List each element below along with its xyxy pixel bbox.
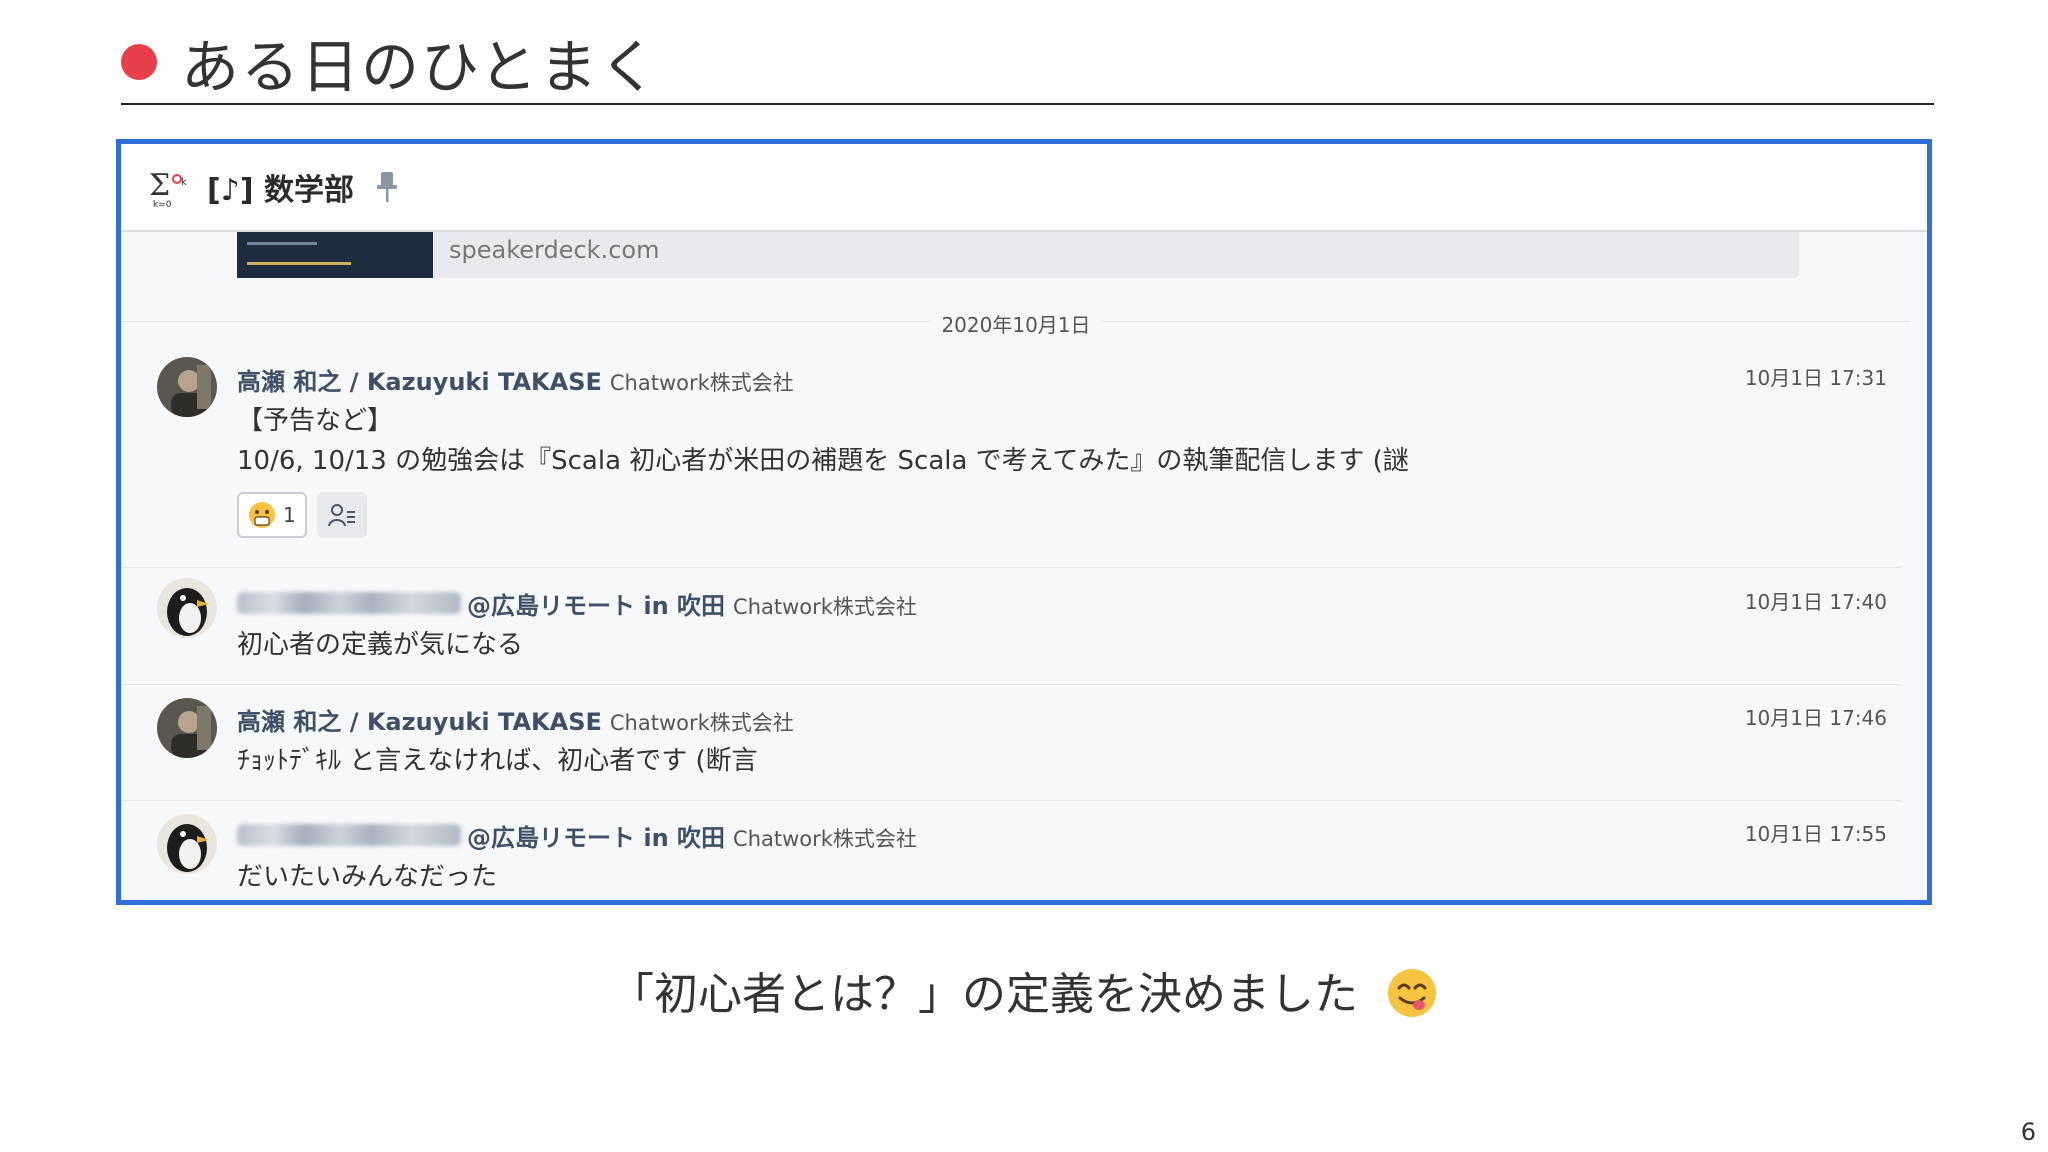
avatar[interactable]: [157, 578, 217, 638]
message-text: 【予告など】: [237, 406, 394, 436]
avatar[interactable]: [157, 357, 217, 417]
reaction-button[interactable]: 1: [237, 492, 307, 538]
svg-text:k=0: k=0: [153, 200, 172, 209]
blurred-name: [237, 824, 461, 846]
message-timestamp: 10月1日 17:31: [1744, 366, 1887, 390]
chat-message[interactable]: @広島リモート in 吹田 Chatwork株式会社 10月1日 17:40 初…: [121, 578, 1927, 684]
sender-org: Chatwork株式会社: [733, 827, 917, 851]
sender-name[interactable]: @広島リモート in 吹田: [467, 818, 725, 853]
message-timestamp: 10月1日 17:46: [1744, 706, 1887, 730]
chat-timeline[interactable]: speakerdeck.com 2020年10月1日 高瀬 和之 / Kazuy…: [121, 232, 1927, 900]
avatar[interactable]: [157, 814, 217, 874]
surprised-face-emoji: [249, 502, 275, 528]
chat-message[interactable]: @広島リモート in 吹田 Chatwork株式会社 10月1日 17:55 だ…: [121, 810, 1927, 900]
chat-room-header: Σ k k=0 [♪] 数学部: [121, 144, 1927, 232]
caption-text: 「初心者とは？」の定義を決めました: [610, 969, 1358, 1020]
link-preview-thumbnail: [237, 232, 433, 278]
message-divider: [121, 684, 1901, 685]
svg-text:k: k: [181, 177, 187, 188]
link-preview-domain[interactable]: speakerdeck.com: [449, 236, 659, 264]
date-divider: 2020年10月1日: [121, 309, 1911, 338]
message-timestamp: 10月1日 17:40: [1744, 590, 1887, 614]
blurred-name: [237, 592, 461, 614]
sender-name[interactable]: @広島リモート in 吹田: [467, 586, 725, 621]
slide-caption: 「初心者とは？」の定義を決めました: [0, 958, 2048, 1022]
message-timestamp: 10月1日 17:55: [1744, 822, 1887, 846]
sender-name[interactable]: 高瀬 和之 / Kazuyuki TAKASE: [237, 702, 602, 737]
message-text: 10/6, 10/13 の勉強会は『Scala 初心者が米田の補題を Scala…: [237, 446, 1409, 476]
sender-org: Chatwork株式会社: [733, 595, 917, 619]
date-divider-label: 2020年10月1日: [931, 309, 1101, 338]
sender-name[interactable]: 高瀬 和之 / Kazuyuki TAKASE: [237, 362, 602, 397]
chat-message[interactable]: 高瀬 和之 / Kazuyuki TAKASE Chatwork株式会社 10月…: [121, 694, 1927, 800]
user-list-icon: [328, 504, 355, 527]
chat-screenshot-frame: Σ k k=0 [♪] 数学部 speakerdeck.com 2020年10月…: [116, 139, 1932, 905]
chat-room-name[interactable]: [♪] 数学部: [207, 165, 354, 209]
sigma-room-icon: Σ k k=0: [149, 168, 187, 209]
pin-icon[interactable]: [374, 170, 400, 204]
svg-text:Σ: Σ: [149, 168, 170, 203]
message-text: 初心者の定義が気になる: [237, 630, 524, 660]
avatar[interactable]: [157, 698, 217, 758]
message-text: だいたいみんなだった: [237, 862, 498, 892]
slide-title: ある日のひとまく: [181, 33, 660, 101]
title-underline: [121, 103, 1934, 105]
message-divider: [121, 800, 1901, 801]
sender-org: Chatwork株式会社: [609, 711, 794, 735]
sender-org: Chatwork株式会社: [609, 371, 794, 395]
message-divider: [121, 567, 1901, 568]
title-bullet-dot: [121, 44, 157, 80]
reaction-count: 1: [283, 503, 296, 527]
page-number: 6: [2020, 1118, 2036, 1146]
reaction-users-button[interactable]: [317, 492, 367, 538]
link-preview-card[interactable]: speakerdeck.com: [237, 232, 1799, 278]
slide-header: ある日のひとまく: [121, 24, 659, 101]
message-text: ﾁｮｯﾄﾃﾞｷﾙ と言えなければ、初心者です (断言: [237, 746, 758, 776]
yum-face-emoji: [1388, 969, 1436, 1017]
chat-message[interactable]: 高瀬 和之 / Kazuyuki TAKASE Chatwork株式会社 10月…: [121, 352, 1927, 567]
